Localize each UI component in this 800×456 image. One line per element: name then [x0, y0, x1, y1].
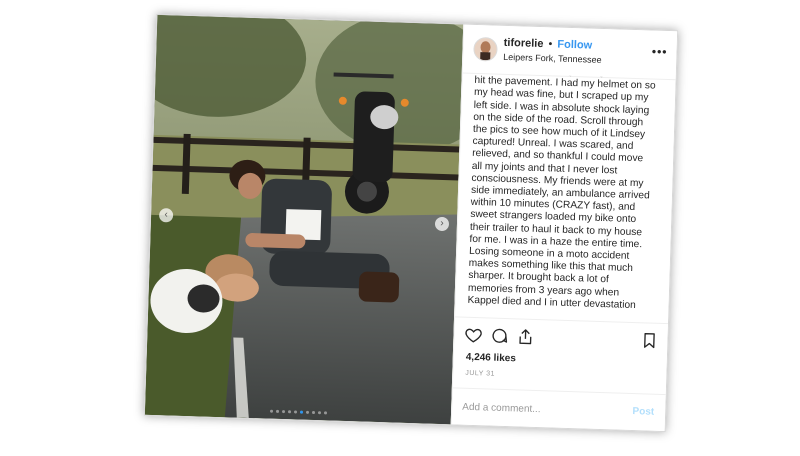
- username-link[interactable]: tiforelie: [504, 37, 544, 50]
- carousel-dot: [275, 409, 279, 413]
- post-actions: 4,246 likes JULY 31 Post: [451, 316, 669, 433]
- carousel-dot: [305, 410, 309, 414]
- avatar[interactable]: [473, 36, 498, 62]
- post-header: tiforelie • Follow Leipers Fork, Tenness…: [462, 24, 679, 81]
- share-icon[interactable]: [516, 327, 535, 346]
- location-link[interactable]: Leipers Fork, Tennessee: [503, 52, 602, 65]
- carousel-dot: [299, 410, 303, 414]
- post-sidebar: tiforelie • Follow Leipers Fork, Tenness…: [450, 24, 679, 433]
- post-photo[interactable]: ‹ ›: [144, 14, 464, 425]
- carousel-dot: [293, 410, 297, 414]
- comment-input[interactable]: [462, 398, 613, 420]
- more-horizontal-icon[interactable]: •••: [652, 44, 668, 58]
- bookmark-icon[interactable]: [640, 331, 659, 350]
- likes-count[interactable]: 4,246 likes: [466, 352, 516, 365]
- carousel-dot: [287, 410, 291, 414]
- username-line: tiforelie • Follow: [504, 37, 593, 52]
- carousel-dot: [269, 409, 273, 413]
- avatar-image: [474, 37, 497, 61]
- instagram-post-card: ‹ › tiforelie • Follow Leipers Fork, Ten…: [143, 13, 679, 433]
- post-comment-button[interactable]: Post: [632, 406, 654, 418]
- carousel-dot: [311, 410, 315, 415]
- caption-text: the road. It slid through the grass and …: [467, 72, 656, 311]
- separator-dot: •: [548, 38, 553, 51]
- carousel-dot: [317, 411, 321, 415]
- comment-icon[interactable]: [490, 327, 509, 346]
- motorcycle-accident-photo: [144, 14, 464, 425]
- post-date: JULY 31: [465, 369, 496, 378]
- caption-area[interactable]: the road. It slid through the grass and …: [455, 73, 677, 324]
- carousel-dot: [281, 410, 285, 414]
- carousel-dot: [323, 411, 327, 415]
- follow-button[interactable]: Follow: [557, 39, 592, 52]
- comment-row: Post: [451, 387, 667, 433]
- heart-icon[interactable]: [464, 326, 483, 345]
